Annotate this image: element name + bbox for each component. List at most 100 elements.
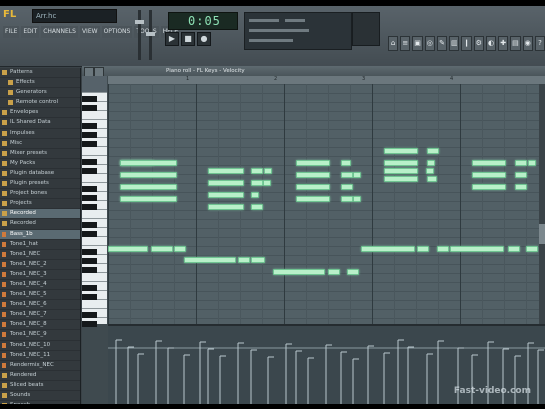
browser-item[interactable]: Tone1_hat	[0, 240, 80, 250]
browser-item[interactable]: Remote control	[0, 98, 80, 109]
midi-note[interactable]	[437, 246, 449, 252]
midi-note[interactable]	[384, 160, 418, 166]
edit-icon[interactable]: ✎	[436, 36, 448, 51]
midi-note[interactable]	[251, 180, 263, 186]
menu-channels[interactable]: CHANNELS	[41, 26, 78, 38]
midi-note[interactable]	[120, 172, 177, 178]
note-grid[interactable]	[108, 84, 545, 324]
browser-item[interactable]: My Packs	[0, 159, 80, 169]
fl-logo[interactable]: FL	[3, 9, 29, 23]
midi-note[interactable]	[515, 184, 527, 190]
white-key[interactable]	[82, 92, 107, 93]
browser-item[interactable]: Rendered	[0, 371, 80, 381]
browser-icon[interactable]: ⌂	[388, 36, 399, 51]
midi-note[interactable]	[120, 160, 177, 166]
midi-note[interactable]	[184, 257, 236, 263]
midi-note[interactable]	[347, 269, 359, 275]
black-key[interactable]	[82, 132, 97, 138]
midi-note[interactable]	[263, 180, 271, 186]
black-key[interactable]	[82, 321, 97, 327]
midi-note[interactable]	[208, 168, 244, 174]
midi-note[interactable]	[426, 168, 434, 174]
midi-note[interactable]	[108, 246, 148, 252]
midi-note[interactable]	[472, 160, 506, 166]
menu-options[interactable]: OPTIONS	[101, 26, 133, 38]
browser-item[interactable]: Generators	[0, 88, 80, 99]
menu-file[interactable]: FILE	[3, 26, 20, 38]
browser-item[interactable]: Tone1_NEC_2	[0, 260, 80, 270]
browser-item[interactable]: Plugin presets	[0, 179, 80, 190]
zoom-handle[interactable]	[82, 76, 107, 92]
midi-note[interactable]	[208, 192, 244, 198]
playlist-icon[interactable]: ≡	[400, 36, 411, 51]
browser-item[interactable]: Tone1_NEC_10	[0, 341, 80, 351]
midi-note[interactable]	[208, 204, 244, 210]
midi-note[interactable]	[120, 184, 177, 190]
browser-item[interactable]: Sounds	[0, 391, 80, 402]
black-key[interactable]	[82, 231, 97, 237]
white-key[interactable]	[82, 281, 107, 282]
browser-item[interactable]: IL Shared Data	[0, 118, 80, 129]
browser-item[interactable]: Envelopes	[0, 108, 80, 119]
help-icon[interactable]: ?	[534, 36, 545, 51]
midi-note[interactable]	[526, 246, 538, 252]
midi-note[interactable]	[328, 269, 340, 275]
browser-item[interactable]: Bass_1b	[0, 229, 80, 240]
settings-icon[interactable]: ⚙	[473, 36, 484, 51]
black-key[interactable]	[82, 204, 97, 210]
midi-note[interactable]	[417, 246, 429, 252]
channel-icon[interactable]: ❙	[461, 36, 472, 51]
midi-note[interactable]	[120, 196, 177, 202]
black-key[interactable]	[82, 294, 97, 300]
black-key[interactable]	[82, 312, 97, 318]
midi-note[interactable]	[353, 172, 361, 178]
midi-note[interactable]	[251, 257, 265, 263]
browser-item[interactable]: Tone1_NEC_3	[0, 270, 80, 280]
browser-item[interactable]: Tone1_NEC_11	[0, 351, 80, 361]
browser-item[interactable]: Sliced beats	[0, 381, 80, 391]
browser-item[interactable]: Impulses	[0, 129, 80, 139]
midi-note[interactable]	[472, 184, 506, 190]
menu-edit[interactable]: EDIT	[21, 26, 40, 38]
cpu-icon[interactable]: ◐	[485, 36, 497, 51]
browser-item[interactable]: Rendermix_NEC	[0, 361, 80, 371]
browser-item[interactable]: Tone1_NEC_6	[0, 300, 80, 311]
midi-note[interactable]	[264, 168, 272, 174]
list-icon[interactable]: ▤	[510, 36, 521, 51]
browser-item[interactable]: Tone1_NEC_8	[0, 320, 80, 331]
browser-item[interactable]: Projects	[0, 199, 80, 210]
midi-note[interactable]	[384, 168, 418, 174]
midi-note[interactable]	[151, 246, 173, 252]
black-key[interactable]	[82, 258, 97, 264]
pattern-selector[interactable]	[352, 12, 380, 46]
master-volume-slider[interactable]	[135, 10, 144, 60]
browser-item[interactable]: Tone1_NEC_7	[0, 310, 80, 321]
midi-note[interactable]	[296, 196, 330, 202]
midi-note[interactable]	[508, 246, 520, 252]
browser-item[interactable]: Tone1_NEC_4	[0, 280, 80, 291]
midi-note[interactable]	[251, 192, 259, 198]
record-button[interactable]: ●	[197, 32, 211, 46]
browser-item[interactable]: Recorded	[0, 209, 80, 220]
midi-note[interactable]	[251, 204, 263, 210]
midi-note[interactable]	[515, 160, 527, 166]
browser-item[interactable]: Speech	[0, 401, 80, 404]
midi-note[interactable]	[515, 172, 527, 178]
midi-note[interactable]	[427, 176, 437, 182]
step-sequencer-icon[interactable]: ▣	[412, 36, 423, 51]
browser-item[interactable]: Recorded	[0, 219, 80, 230]
midi-note[interactable]	[450, 246, 504, 252]
midi-note[interactable]	[341, 172, 353, 178]
browser-item[interactable]: Effects	[0, 78, 80, 89]
master-pitch-slider[interactable]	[146, 10, 155, 60]
browser-item[interactable]: Tone1_NEC_9	[0, 330, 80, 341]
record-icon[interactable]: ◉	[522, 36, 533, 51]
midi-note[interactable]	[384, 176, 418, 182]
vertical-scrollbar[interactable]	[539, 84, 545, 324]
black-key[interactable]	[82, 267, 97, 273]
black-key[interactable]	[82, 141, 97, 147]
white-key[interactable]	[82, 218, 107, 219]
black-key[interactable]	[82, 168, 97, 174]
midi-note[interactable]	[341, 196, 353, 202]
browser-item[interactable]: Misc	[0, 139, 80, 149]
